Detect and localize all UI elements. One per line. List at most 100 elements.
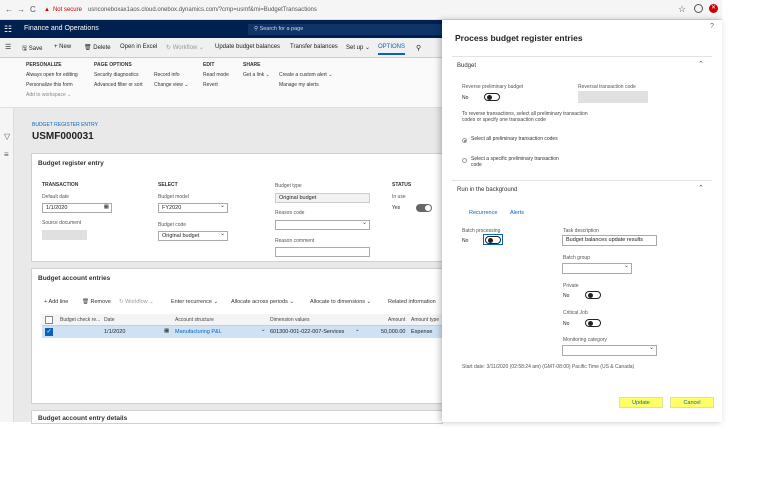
row-amount-type[interactable]: Expense <box>411 329 432 335</box>
default-date-field[interactable]: 1/1/2020 ▦ <box>42 203 112 213</box>
remove-button[interactable]: 🗑 Remove <box>82 299 111 305</box>
batch-group-select[interactable] <box>562 263 632 274</box>
col-account-structure[interactable]: Account structure <box>175 317 214 323</box>
radio-select-all-label[interactable]: Select all preliminary transaction codes <box>471 136 571 142</box>
chevron-up-icon[interactable]: ⌃ <box>698 184 704 192</box>
ribbon-always-open[interactable]: Always open for editing <box>26 72 78 78</box>
radio-select-specific-label[interactable]: Select a specific preliminary transactio… <box>471 156 571 168</box>
ribbon-revert[interactable]: Revert <box>203 82 218 88</box>
task-description-field[interactable]: Budget balances update results <box>562 235 657 246</box>
row-date[interactable]: 1/1/2020 <box>104 329 125 335</box>
table-row[interactable]: ✓ 1/1/2020 ▦ Manufacturing P&L ⌄ 601300-… <box>42 326 444 338</box>
new-button[interactable]: + New <box>54 44 71 50</box>
row-account-structure[interactable]: Manufacturing P&L <box>175 329 222 335</box>
setup-button[interactable]: Set up ⌄ <box>346 44 370 51</box>
search-input[interactable]: ⚲ Search for a page <box>248 24 442 35</box>
monitoring-category-select[interactable] <box>562 345 657 356</box>
reason-code-select[interactable] <box>275 220 370 230</box>
col-budget-check[interactable]: Budget check re... <box>60 317 100 323</box>
row-dimension-values[interactable]: 601300-001-022-007-Services <box>270 329 344 335</box>
reverse-prelim-toggle[interactable] <box>484 93 500 101</box>
select-all-checkbox[interactable] <box>45 316 53 324</box>
create-alert-label: Create a custom alert <box>279 72 327 78</box>
tab-options[interactable]: OPTIONS <box>378 44 406 55</box>
card-title[interactable]: Budget account entry details <box>38 415 127 422</box>
col-date[interactable]: Date <box>104 317 115 323</box>
calendar-icon[interactable]: ▦ <box>104 204 109 210</box>
search-icon[interactable]: ⚲ <box>416 44 421 52</box>
extension-icon[interactable]: ✕ <box>709 4 718 13</box>
delete-button[interactable]: 🗑 Delete <box>84 44 111 51</box>
save-button[interactable]: 🖫 Save <box>22 44 42 54</box>
security-label[interactable]: Not secure <box>53 7 82 13</box>
ribbon-create-alert[interactable]: Create a custom alert ⌄ <box>279 72 332 78</box>
update-button[interactable]: Update <box>619 397 663 408</box>
reload-icon[interactable]: C <box>30 5 36 14</box>
star-icon[interactable]: ☆ <box>678 4 686 15</box>
source-document-label: Source document <box>42 220 82 226</box>
col-amount-type[interactable]: Amount type <box>411 317 439 323</box>
ribbon-get-link[interactable]: Get a link ⌄ <box>243 72 270 78</box>
ribbon-advanced-filter[interactable]: Advanced filter or sort <box>94 82 143 88</box>
calendar-icon[interactable]: ▦ <box>164 328 169 334</box>
filter-icon[interactable]: ▽ <box>4 132 10 141</box>
add-line-button[interactable]: + Add line <box>44 299 68 305</box>
card-title[interactable]: Budget register entry <box>38 160 104 167</box>
budget-model-select[interactable]: FY2020 <box>158 203 228 213</box>
in-use-value: Yes <box>392 205 401 211</box>
col-dimension-values[interactable]: Dimension values <box>270 317 309 323</box>
ribbon-add-workspace[interactable]: Add to workspace ⌄ <box>26 92 71 98</box>
app-name[interactable]: Finance and Operations <box>24 25 99 32</box>
tab-recurrence[interactable]: Recurrence <box>469 210 497 216</box>
reverse-prelim-label: Reverse preliminary budget <box>462 84 524 90</box>
url-text[interactable]: usnconeboxax1aos.cloud.onebox.dynamics.c… <box>88 7 317 13</box>
allocate-periods-button[interactable]: Allocate across periods ⌄ <box>231 299 294 305</box>
allocate-dimensions-button[interactable]: Allocate to dimensions ⌄ <box>310 299 371 305</box>
workflow-button[interactable]: ↻ Workflow ⌄ <box>166 44 204 51</box>
private-toggle[interactable] <box>585 291 601 299</box>
budget-section-header[interactable]: Budget <box>457 63 476 69</box>
tab-alerts[interactable]: Alerts <box>510 210 524 216</box>
transfer-balances-button[interactable]: Transfer balances <box>290 44 338 50</box>
list-icon[interactable]: ≡ <box>4 150 9 159</box>
workflow-button[interactable]: ↻ Workflow ⌄ <box>119 299 154 305</box>
row-checkbox[interactable]: ✓ <box>45 328 53 336</box>
row-amount[interactable]: 50,000.00 <box>381 329 405 335</box>
budget-type-field: Original budget <box>275 193 370 203</box>
radio-select-specific[interactable] <box>462 158 467 163</box>
menu-icon[interactable]: ☰ <box>5 43 11 51</box>
reason-code-label: Reason code <box>275 210 305 216</box>
chevron-down-icon[interactable]: ⌄ <box>355 327 360 333</box>
ribbon-personalize-form[interactable]: Personalize this form <box>26 82 73 88</box>
help-icon[interactable]: ? <box>710 23 714 30</box>
update-budget-balances-button[interactable]: Update budget balances <box>215 44 280 50</box>
radio-select-all[interactable] <box>462 138 467 143</box>
ribbon-read-mode[interactable]: Read mode <box>203 72 229 78</box>
breadcrumb[interactable]: BUDGET REGISTER ENTRY <box>32 122 98 128</box>
reason-comment-field[interactable] <box>275 247 370 257</box>
col-amount[interactable]: Amount <box>388 317 405 323</box>
critical-job-toggle[interactable] <box>585 319 601 327</box>
cancel-button[interactable]: Cancel <box>670 397 714 408</box>
background-section-header[interactable]: Run in the background <box>457 187 517 193</box>
waffle-icon[interactable]: ☷ <box>4 24 12 35</box>
reversal-code-field <box>578 91 648 103</box>
related-info-button[interactable]: Related information <box>388 299 436 305</box>
open-excel-button[interactable]: Open in Excel <box>120 44 157 50</box>
in-use-toggle[interactable] <box>416 204 432 212</box>
chevron-down-icon[interactable]: ⌄ <box>261 327 266 333</box>
batch-processing-toggle[interactable] <box>485 236 501 244</box>
ribbon-record-info[interactable]: Record info <box>154 72 180 78</box>
ribbon-change-view[interactable]: Change view ⌄ <box>154 82 189 88</box>
budget-code-select[interactable]: Original budget <box>158 231 228 241</box>
ribbon-manage-alerts[interactable]: Manage my alerts <box>279 82 319 88</box>
profile-icon[interactable] <box>694 4 703 13</box>
chevron-up-icon[interactable]: ⌃ <box>698 60 704 68</box>
card-title[interactable]: Budget account entries <box>38 275 110 282</box>
ribbon-security-diagnostics[interactable]: Security diagnostics <box>94 72 138 78</box>
forward-icon[interactable]: → <box>17 5 25 14</box>
source-document-field <box>42 230 87 240</box>
enter-recurrence-button[interactable]: Enter recurrence ⌄ <box>171 299 218 305</box>
back-icon[interactable]: ← <box>5 5 13 14</box>
address-bar[interactable]: ▲ Not secure usnconeboxax1aos.cloud.oneb… <box>44 4 674 16</box>
